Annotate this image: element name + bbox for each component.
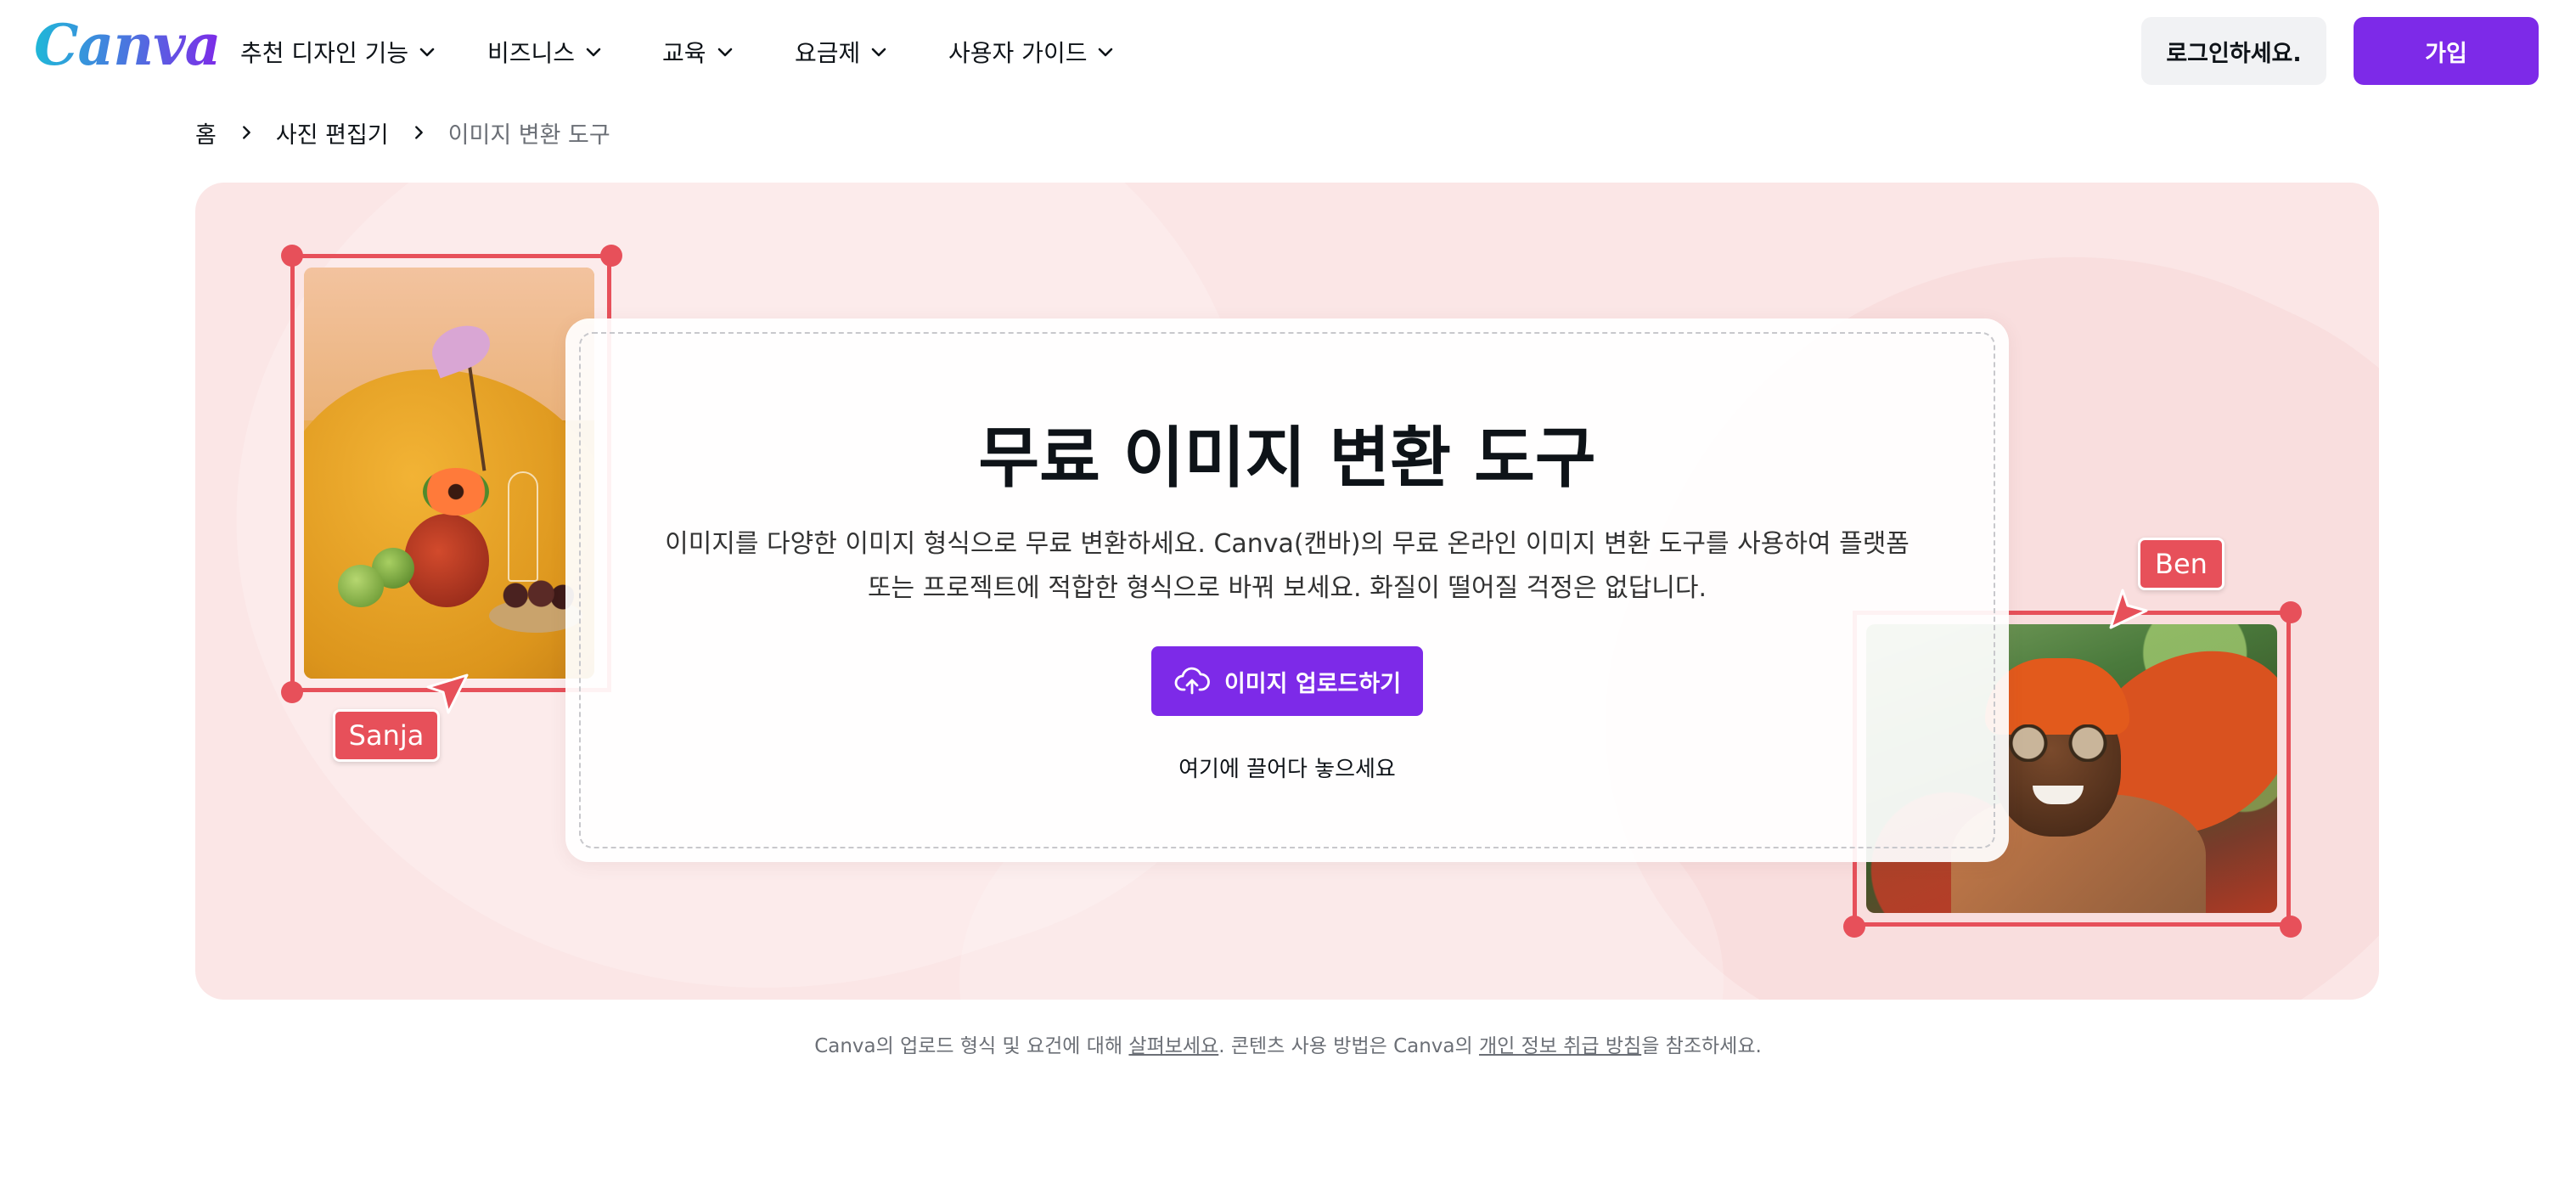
chevron-right-icon xyxy=(414,126,423,139)
signup-button[interactable]: 가입 xyxy=(2354,17,2539,85)
selection-handle xyxy=(281,681,303,703)
page-title: 무료 이미지 변환 도구 xyxy=(978,420,1596,497)
chevron-right-icon xyxy=(242,126,250,139)
selection-handle xyxy=(600,245,622,267)
login-button[interactable]: 로그인하세요. xyxy=(2141,17,2326,85)
nav-pricing[interactable]: 요금제 xyxy=(795,32,889,71)
top-navigation: Canva 추천 디자인 기능 비즈니스 교육 요금제 사용자 가이드 로그인하… xyxy=(0,0,2576,102)
drop-hint: 여기에 끌어다 놓으세요 xyxy=(1178,757,1396,782)
nav-featured-design[interactable]: 추천 디자인 기능 xyxy=(240,32,437,71)
upload-image-button[interactable]: 이미지 업로드하기 xyxy=(1151,646,1423,716)
footnote-text: Canva의 업로드 형식 및 요건에 대해 xyxy=(814,1035,1129,1057)
chevron-down-icon xyxy=(717,48,732,57)
hero-description: 이미지를 다양한 이미지 형식으로 무료 변환하세요. Canva(캔바)의 무… xyxy=(659,522,1915,611)
still-life-photo xyxy=(304,268,594,679)
footnote-text: 을 참조하세요. xyxy=(1641,1035,1762,1057)
nav-user-guide[interactable]: 사용자 가이드 xyxy=(948,32,1116,71)
description-line: 또는 프로젝트에 적합한 형식으로 바꿔 보세요. 화질이 떨어질 걱정은 없답… xyxy=(867,573,1707,603)
selection-handle xyxy=(2280,601,2302,623)
nav-label: 추천 디자인 기능 xyxy=(240,39,409,67)
breadcrumb-photo-editor[interactable]: 사진 편집기 xyxy=(276,116,389,149)
footnote-text: . 콘텐츠 사용 방법은 Canva의 xyxy=(1218,1035,1479,1057)
canva-logo[interactable]: Canva xyxy=(34,12,221,78)
breadcrumb-current: 이미지 변환 도구 xyxy=(447,121,610,149)
cloud-upload-icon xyxy=(1174,667,1210,695)
breadcrumb: 홈 사진 편집기 이미지 변환 도구 xyxy=(195,116,610,149)
nav-label: 사용자 가이드 xyxy=(948,39,1088,67)
chevron-down-icon xyxy=(1099,48,1113,57)
selection-handle xyxy=(1843,916,1865,938)
chevron-down-icon xyxy=(871,48,886,57)
chevron-down-icon xyxy=(586,48,601,57)
cursor-arrow-icon xyxy=(2109,589,2148,629)
upload-requirements-link[interactable]: 살펴보세요 xyxy=(1128,1035,1218,1057)
collaborator-tag-ben: Ben xyxy=(2138,538,2224,590)
privacy-policy-link[interactable]: 개인 정보 취급 방침 xyxy=(1479,1035,1641,1057)
upload-button-label: 이미지 업로드하기 xyxy=(1223,670,1402,697)
hero-section: Sanja Ben 무료 이미지 변환 도구 이미지를 다양한 이미지 형식으로… xyxy=(195,183,2379,1000)
description-line: 이미지를 다양한 이미지 형식으로 무료 변환하세요. Canva(캔바)의 무… xyxy=(665,529,1910,559)
nav-label: 요금제 xyxy=(795,39,861,67)
nav-business[interactable]: 비즈니스 xyxy=(487,32,604,71)
breadcrumb-home[interactable]: 홈 xyxy=(195,116,217,149)
upload-terms-footnote: Canva의 업로드 형식 및 요건에 대해 살펴보세요. 콘텐츠 사용 방법은… xyxy=(0,1029,2576,1058)
chevron-down-icon xyxy=(419,48,435,57)
nav-education[interactable]: 교육 xyxy=(662,32,735,71)
nav-label: 교육 xyxy=(662,39,706,67)
collaborator-tag-sanja: Sanja xyxy=(333,709,440,762)
nav-label: 비즈니스 xyxy=(487,39,576,67)
selection-handle xyxy=(281,245,303,267)
upload-dropzone-card[interactable]: 무료 이미지 변환 도구 이미지를 다양한 이미지 형식으로 무료 변환하세요.… xyxy=(565,318,2009,862)
selection-handle xyxy=(2280,916,2302,938)
